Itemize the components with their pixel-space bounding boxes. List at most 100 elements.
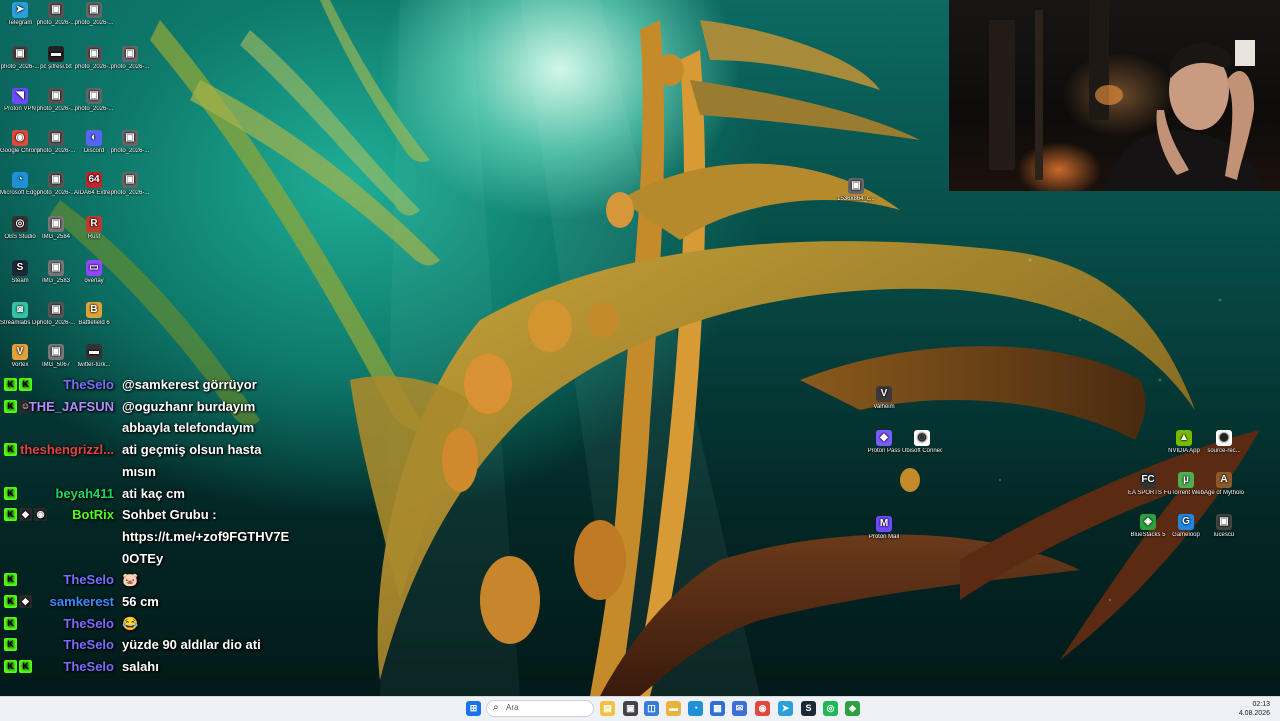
- chat-username[interactable]: TheSelo: [63, 569, 114, 591]
- start-button[interactable]: ⊞: [466, 701, 481, 716]
- webcam-overlay: [949, 0, 1280, 191]
- desktop-icon[interactable]: ◎ Ubisoft Connect: [902, 430, 942, 455]
- desktop-icon-label: Vortex: [11, 362, 29, 368]
- desktop-icon[interactable]: ◔ Microsoft Edge: [0, 172, 40, 197]
- chat-badges: K ◆: [4, 595, 34, 609]
- folder-icon[interactable]: ▬: [666, 701, 681, 716]
- app-icon: ➤: [12, 2, 28, 18]
- desktop-icon[interactable]: ▣ IMG_2584: [36, 216, 76, 241]
- desktop-icon[interactable]: ▣ photo_2026-...: [74, 88, 114, 113]
- desktop-icon-label: NVIDIA App: [1168, 448, 1200, 454]
- store-icon[interactable]: ▦: [710, 701, 725, 716]
- desktop-icon[interactable]: ▲ NVIDIA App: [1164, 430, 1204, 455]
- app-icon: ◆: [876, 430, 892, 446]
- desktop-icon[interactable]: S Steam: [0, 260, 40, 285]
- chat-username[interactable]: TheSelo: [63, 374, 114, 396]
- streamer-camera-feed: [989, 0, 1263, 191]
- chat-username[interactable]: TheSelo: [63, 656, 114, 678]
- desktop-icon[interactable]: V Valheim: [864, 386, 904, 411]
- steam-icon[interactable]: S: [801, 701, 816, 716]
- desktop-icon[interactable]: ▣ IMG_5067: [36, 344, 76, 369]
- chat-message-text: yüzde 90 aldılar dio ati: [122, 637, 261, 653]
- desktop-icon-label: Age of Mythology: [1204, 490, 1244, 496]
- chat-username[interactable]: THE_JAFSUN: [29, 396, 114, 418]
- desktop-icon[interactable]: ▣ photo_2026-...: [36, 2, 76, 27]
- desktop-icon[interactable]: ▣ photo_2026-...: [36, 88, 76, 113]
- desktop-icon-label: Battlefield 6: [78, 320, 110, 326]
- desktop-icon[interactable]: ▣ photo_2026-...: [74, 2, 114, 27]
- desktop-icon[interactable]: µ uTorrent Web: [1166, 472, 1206, 497]
- desktop-icon[interactable]: FC EA SPORTS FC™ 26: [1128, 472, 1168, 497]
- file-explorer-icon[interactable]: ▤: [600, 701, 615, 716]
- app-icon: FC: [1140, 472, 1156, 488]
- edge-icon[interactable]: ◔: [688, 701, 703, 716]
- desktop-icon[interactable]: ▣ photo_2026-...: [36, 172, 76, 197]
- desktop-icon[interactable]: R Rust: [74, 216, 114, 241]
- desktop-icon[interactable]: ◐ Discord: [74, 130, 114, 155]
- desktop-icon[interactable]: ▣ photo_2026-...: [74, 46, 114, 71]
- chat-username[interactable]: samkerest: [50, 591, 114, 613]
- desktop-icon[interactable]: ▬ pc şifresi.txt: [36, 46, 76, 71]
- chat-username[interactable]: TheSelo: [63, 634, 114, 656]
- spotify-icon[interactable]: ◎: [823, 701, 838, 716]
- desktop-icon[interactable]: ▣ lucescu: [1204, 514, 1244, 539]
- desktop-icon[interactable]: ▬ twitter-türk...: [74, 344, 114, 369]
- app-icon: ◐: [86, 130, 102, 146]
- chat-message: K K TheSelo salahı: [0, 656, 320, 678]
- app-icon: ▬: [86, 344, 102, 360]
- chat-badge-icon: K: [4, 443, 17, 457]
- desktop-icon-label: Streamlabs Desktop: [0, 320, 40, 326]
- desktop-icon[interactable]: ▣ photo_2026-...: [36, 130, 76, 155]
- mail-icon[interactable]: ✉: [732, 701, 747, 716]
- desktop-icon[interactable]: ◆ Proton Pass: [864, 430, 904, 455]
- desktop-icon[interactable]: B Battlefield 6: [74, 302, 114, 327]
- system-clock[interactable]: 02:13 4.08.2026: [1239, 700, 1270, 718]
- desktop-icon-label: photo_2026-...: [110, 64, 150, 70]
- chrome-icon[interactable]: ◉: [755, 701, 770, 716]
- desktop-icon[interactable]: ▣ photo_2026-...: [36, 302, 76, 327]
- desktop-icon[interactable]: ➤ Telegram: [0, 2, 40, 27]
- chat-badge-icon: K: [4, 595, 17, 608]
- desktop-icon[interactable]: M Proton Mail: [864, 516, 904, 541]
- desktop-icon[interactable]: ◎ OBS Studio: [0, 216, 40, 241]
- desktop-icon[interactable]: ▭ overlay: [74, 260, 114, 285]
- chat-badge-icon: K: [4, 508, 17, 522]
- chat-username[interactable]: TheSelo: [63, 613, 114, 635]
- search-placeholder: Ara: [506, 703, 519, 712]
- task-view-icon[interactable]: ▣: [623, 701, 638, 716]
- chat-message-text: 😂: [122, 615, 139, 631]
- desktop-icon[interactable]: ▣ photo_2026-...: [110, 172, 150, 197]
- telegram-icon[interactable]: ➤: [778, 701, 793, 716]
- app-icon: ▣: [122, 172, 138, 188]
- chat-badges: K: [4, 486, 19, 501]
- app-icon: ▣: [122, 46, 138, 62]
- app-icon: A: [1216, 472, 1232, 488]
- chat-username[interactable]: BotRix: [72, 504, 114, 526]
- app-icon: ◉: [1216, 430, 1232, 446]
- app-icon: ▣: [48, 216, 64, 232]
- desktop-icon[interactable]: ◙ Streamlabs Desktop: [0, 302, 40, 327]
- desktop-icon[interactable]: ◉ Google Chrome: [0, 130, 40, 155]
- desktop-icon[interactable]: G Gameloop: [1166, 514, 1206, 539]
- desktop-icon[interactable]: ▣ IMG_2583: [36, 260, 76, 285]
- app-icon: ▣: [848, 178, 864, 194]
- chat-username[interactable]: beyah411: [55, 483, 114, 505]
- desktop-icon[interactable]: ▣ photo_2026-...: [110, 130, 150, 155]
- chat-username[interactable]: theshengrizzl...: [20, 439, 114, 461]
- widgets-icon[interactable]: ◫: [644, 701, 659, 716]
- chat-message: Kbeyah411 ati kaç cm: [0, 483, 320, 505]
- chat-badges: K: [4, 443, 19, 457]
- app-icon[interactable]: ◈: [845, 701, 860, 716]
- desktop-icon[interactable]: ◥ Proton VPN: [0, 88, 40, 113]
- desktop-icon[interactable]: 64 AIDA64 Extreme: [74, 172, 114, 197]
- chat-badge-icon: ◉: [34, 508, 47, 522]
- desktop-icon[interactable]: A Age of Mythology: [1204, 472, 1244, 497]
- desktop-icon[interactable]: ◈ BlueStacks 5: [1128, 514, 1168, 539]
- taskbar-search[interactable]: ⌕ Ara: [486, 700, 594, 717]
- chat-message-text: salahı: [122, 659, 159, 675]
- desktop-icon[interactable]: ▣ photo_2026-...: [0, 46, 40, 71]
- desktop-icon[interactable]: ◉ source-rec...: [1204, 430, 1244, 455]
- desktop-icon[interactable]: ▣ 1536x864_c...: [836, 178, 876, 203]
- desktop-icon[interactable]: ▣ photo_2026-...: [110, 46, 150, 71]
- desktop-icon[interactable]: V Vortex: [0, 344, 40, 369]
